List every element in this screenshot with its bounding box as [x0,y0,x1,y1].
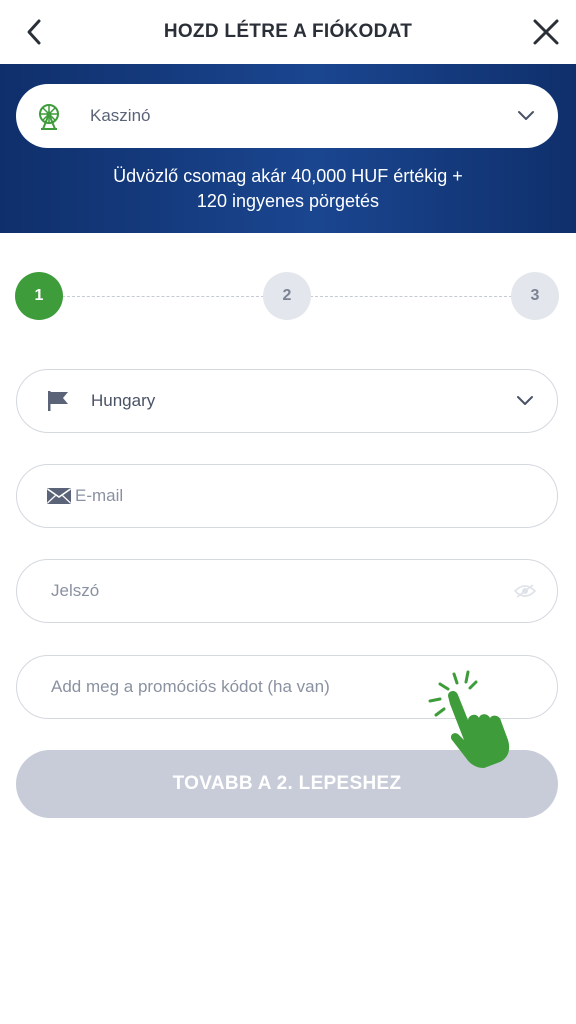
chevron-left-icon [27,19,41,45]
product-select[interactable]: Kaszinó [16,84,558,148]
stepper-connector [310,296,512,297]
country-select[interactable]: Hungary [16,369,558,433]
email-input[interactable] [73,475,557,517]
welcome-offer-text: Üdvözlő csomag akár 40,000 HUF értékig +… [0,164,576,214]
back-button[interactable] [14,12,54,52]
step-3: 3 [511,272,559,320]
step-2: 2 [263,272,311,320]
eye-icon[interactable] [513,581,537,601]
page-title: HOZD LÉTRE A FIÓKODAT [163,21,413,42]
step-1: 1 [15,272,63,320]
close-button[interactable] [524,10,568,54]
stepper-connector [62,296,264,297]
welcome-offer-line-1: Üdvözlő csomag akár 40,000 HUF értékig + [113,166,463,186]
ferris-wheel-icon [34,101,64,131]
product-select-value: Kaszinó [90,106,151,125]
close-icon [533,19,559,45]
country-select-value: Hungary [91,391,156,410]
welcome-offer-line-2: 120 ingyenes pörgetés [196,191,380,211]
tap-hand-icon [428,670,510,768]
password-field[interactable] [16,559,558,623]
password-input[interactable] [49,570,557,612]
envelope-icon [45,484,73,508]
chevron-down-icon [515,391,535,411]
chevron-down-icon [516,106,536,126]
app-header: HOZD LÉTRE A FIÓKODAT [0,0,576,64]
registration-stepper: 1 2 3 [0,272,576,322]
email-field[interactable] [16,464,558,528]
flag-icon [45,389,73,413]
